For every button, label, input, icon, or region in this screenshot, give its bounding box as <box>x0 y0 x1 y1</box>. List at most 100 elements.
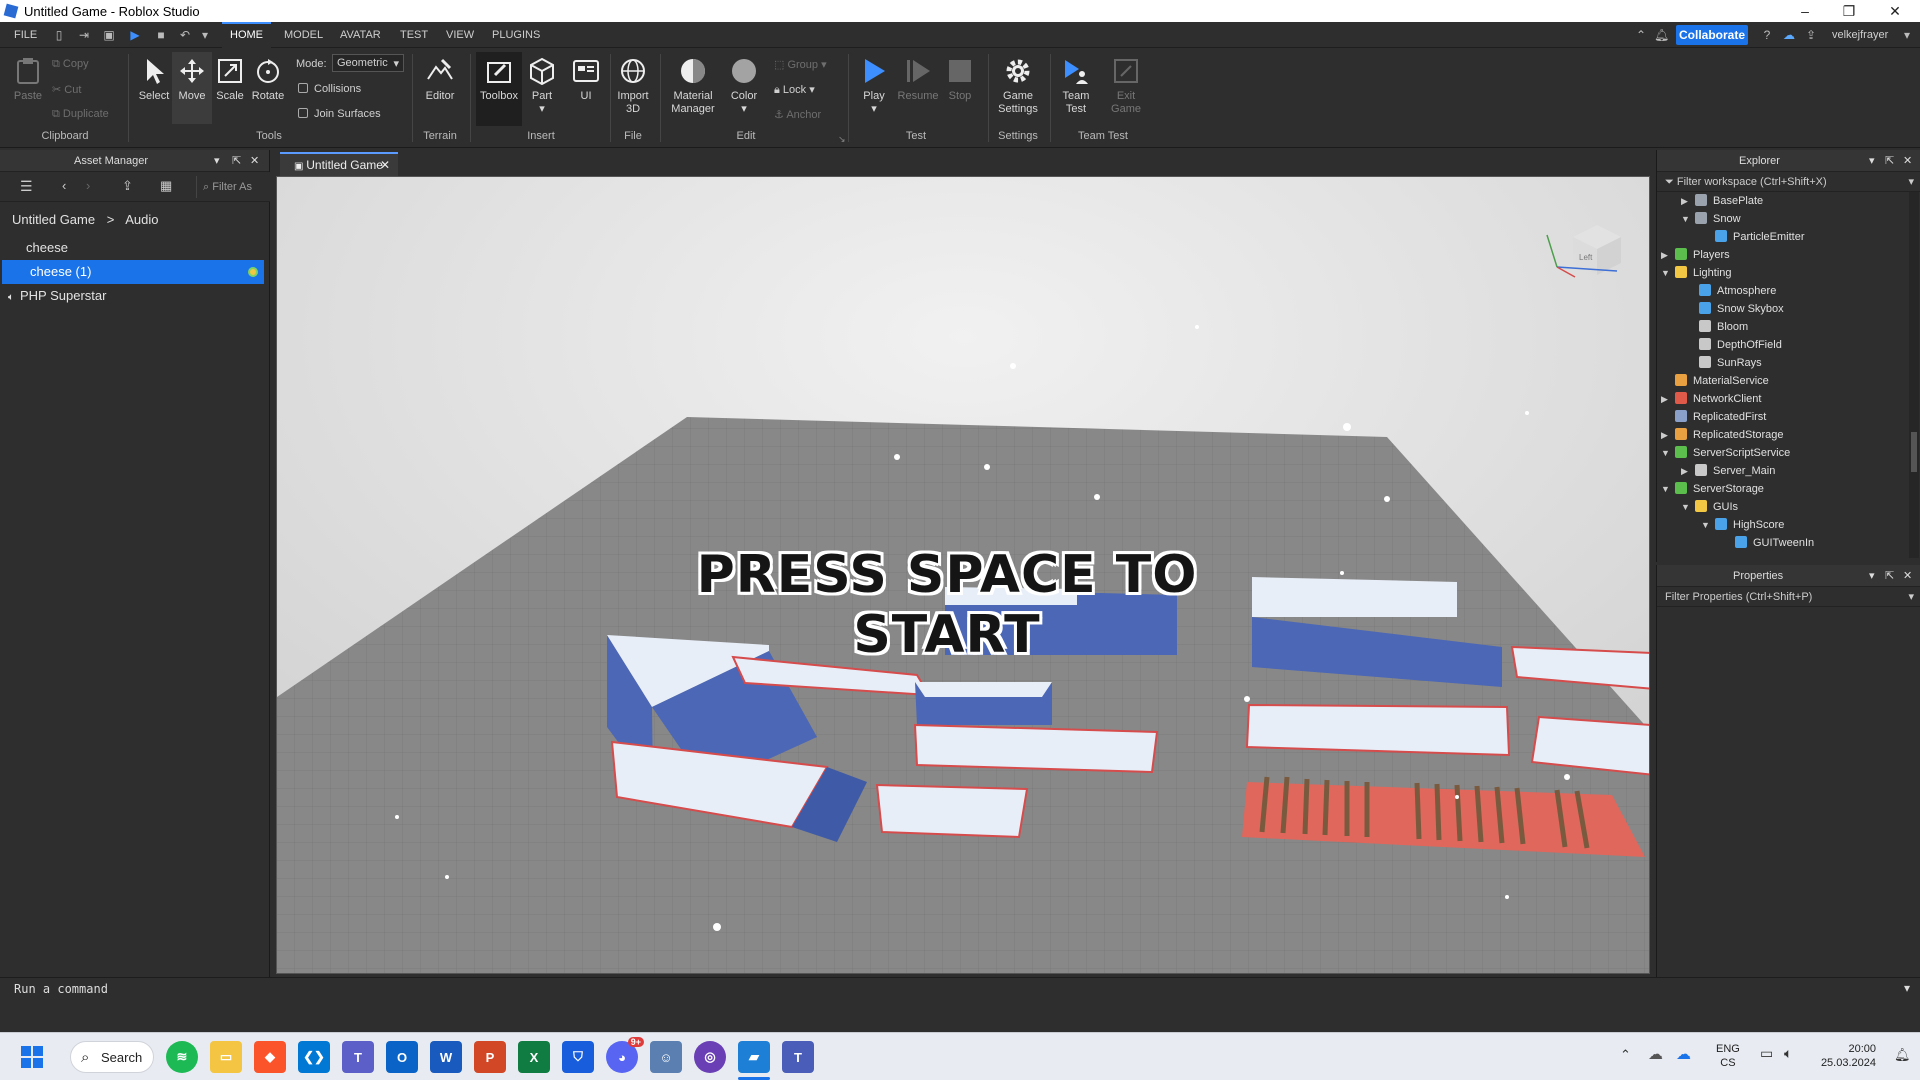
undock-icon[interactable]: ⇱ <box>1885 150 1894 172</box>
vscode-icon[interactable]: ❮❯ <box>298 1041 330 1073</box>
excel-icon[interactable]: X <box>518 1041 550 1073</box>
show-hidden-icons-icon[interactable]: ⌃ <box>1620 1047 1631 1063</box>
explorer-item[interactable]: ▼ Snow <box>1681 210 1741 228</box>
explorer-item[interactable]: ▶ BasePlate <box>1681 192 1763 210</box>
powerpoint-icon[interactable]: P <box>474 1041 506 1073</box>
explorer-item[interactable]: Atmosphere <box>1685 282 1776 300</box>
undo-icon[interactable]: ↶ <box>178 28 192 42</box>
chevron-down-icon[interactable]: ▾ <box>1908 587 1914 607</box>
quick-stop-icon[interactable]: ■ <box>154 28 168 42</box>
tab-home[interactable]: HOME <box>222 22 271 48</box>
explorer-item[interactable]: DepthOfField <box>1685 336 1782 354</box>
roblox-studio-taskbar-icon[interactable]: ▰ <box>738 1041 770 1073</box>
expand-arrow-icon[interactable]: ▼ <box>1701 516 1715 534</box>
game-settings-button[interactable]: Game Settings <box>994 56 1042 116</box>
breadcrumb-current[interactable]: Audio <box>125 212 158 227</box>
app-robot-icon[interactable]: ☺ <box>650 1041 682 1073</box>
minimize-button[interactable]: – <box>1782 0 1828 22</box>
tor-browser-icon[interactable]: ◎ <box>694 1041 726 1073</box>
select-tool-button[interactable]: Select <box>134 56 174 103</box>
file-menu[interactable]: FILE <box>6 22 45 48</box>
file-explorer-icon[interactable]: ▭ <box>210 1041 242 1073</box>
word-icon[interactable]: W <box>430 1041 462 1073</box>
share-icon[interactable]: ⇪ <box>1804 28 1818 42</box>
toolbox-button[interactable]: Toolbox <box>476 52 522 126</box>
move-tool-button[interactable]: Move <box>172 52 212 124</box>
expand-arrow-icon[interactable]: ▼ <box>1661 480 1675 498</box>
scale-tool-button[interactable]: Scale <box>210 56 250 103</box>
tab-avatar[interactable]: AVATAR <box>332 22 389 48</box>
network-icon[interactable]: ▭ <box>1760 1045 1773 1062</box>
explorer-item[interactable]: Bloom <box>1685 318 1748 336</box>
undock-icon[interactable]: ⇱ <box>1885 565 1894 587</box>
cut-button[interactable]: ✂ Cut <box>52 83 81 96</box>
save-icon[interactable]: ▣ <box>102 28 116 42</box>
help-icon[interactable]: ? <box>1760 28 1774 42</box>
tab-model[interactable]: MODEL <box>276 22 331 48</box>
list-item[interactable]: cheese <box>0 236 270 260</box>
team-test-button[interactable]: Team Test <box>1056 56 1096 116</box>
command-bar[interactable]: Run a command ▾ <box>0 977 1920 999</box>
edit-expand-icon[interactable]: ↘ <box>838 134 846 145</box>
close-window-button[interactable]: ✕ <box>1872 0 1918 22</box>
new-file-icon[interactable]: ▯ <box>52 28 66 42</box>
taskbar-search[interactable]: ⌕ Search <box>70 1041 154 1073</box>
windows-start-icon[interactable] <box>16 1041 48 1073</box>
chevron-down-icon[interactable]: ▾ <box>1869 150 1875 172</box>
cloud-icon[interactable]: ☁ <box>1782 28 1796 42</box>
group-button[interactable]: ⬚ Group ▾ <box>774 58 827 71</box>
explorer-item[interactable]: MaterialService <box>1661 372 1769 390</box>
scrollbar-thumb[interactable] <box>1911 432 1917 472</box>
tab-test[interactable]: TEST <box>392 22 436 48</box>
close-icon[interactable]: ✕ <box>1903 565 1912 587</box>
explorer-item[interactable]: Snow Skybox <box>1685 300 1784 318</box>
play-button[interactable]: Play ▾ <box>854 56 894 116</box>
menu-icon[interactable]: ☰ <box>20 178 33 195</box>
onedrive-icon[interactable]: ☁ <box>1648 1045 1663 1063</box>
explorer-item[interactable]: ParticleEmitter <box>1701 228 1805 246</box>
list-item-selected[interactable]: cheese (1) <box>2 260 264 284</box>
explorer-item[interactable]: ▼ ServerScriptService <box>1661 444 1790 462</box>
explorer-item[interactable]: ▶ ReplicatedStorage <box>1661 426 1784 444</box>
explorer-filter-input[interactable]: ⏷ Filter workspace (Ctrl+Shift+X) ▾ <box>1657 172 1920 192</box>
properties-filter-input[interactable]: Filter Properties (Ctrl+Shift+P) ▾ <box>1657 587 1920 607</box>
language-indicator[interactable]: ENG CS <box>1716 1042 1740 1070</box>
quick-play-icon[interactable]: ▶ <box>128 28 142 42</box>
discord-icon[interactable]: ◕ 9+ <box>606 1037 644 1073</box>
explorer-item[interactable]: ▶ Server_Main <box>1681 462 1775 480</box>
3d-viewport[interactable]: Left PRESS SPACE TO START <box>276 176 1650 974</box>
expand-arrow-icon[interactable]: ▶ <box>1661 426 1675 444</box>
undo-dropdown-icon[interactable]: ▾ <box>198 28 212 42</box>
anchor-button[interactable]: ⚓︎ Anchor <box>774 108 821 121</box>
grid-view-icon[interactable]: ▦ <box>160 178 172 194</box>
collapse-ribbon-icon[interactable]: ⌃ <box>1634 28 1648 42</box>
spotify-icon[interactable]: ≋ <box>166 1041 198 1073</box>
close-tab-icon[interactable]: ✕ <box>380 154 390 176</box>
duplicate-button[interactable]: ⧉ Duplicate <box>52 108 109 121</box>
resume-button[interactable]: Resume <box>896 56 940 103</box>
tab-view[interactable]: VIEW <box>438 22 482 48</box>
expand-arrow-icon[interactable]: ▶ <box>1661 390 1675 408</box>
import-3d-button[interactable]: Import 3D <box>612 56 654 116</box>
explorer-item[interactable]: ReplicatedFirst <box>1661 408 1766 426</box>
copy-button[interactable]: ⧉ Copy <box>52 58 89 71</box>
chevron-down-icon[interactable]: ▾ <box>1904 981 1910 995</box>
username[interactable]: velkejfrayer <box>1832 29 1888 41</box>
open-file-icon[interactable]: ⇥ <box>77 28 91 42</box>
join-surfaces-checkbox[interactable] <box>298 108 308 118</box>
brave-browser-icon[interactable]: ◆ <box>254 1041 286 1073</box>
teams-icon[interactable]: T <box>342 1041 374 1073</box>
color-button[interactable]: Color ▾ <box>724 56 764 116</box>
bitwarden-icon[interactable]: ⛉ <box>562 1041 594 1073</box>
explorer-item[interactable]: SunRays <box>1685 354 1762 372</box>
list-item[interactable]: 🔈︎ PHP Superstar <box>0 284 270 308</box>
tab-untitled-game[interactable]: ▣ Untitled Game ✕ <box>280 152 398 176</box>
explorer-item[interactable]: ▼ ServerStorage <box>1661 480 1764 498</box>
expand-arrow-icon[interactable]: ▼ <box>1681 498 1695 516</box>
breadcrumb-root[interactable]: Untitled Game <box>12 212 95 227</box>
mode-dropdown[interactable]: Geometric ▾ <box>332 54 404 72</box>
back-arrow-icon[interactable]: ‹ <box>62 178 66 193</box>
volume-icon[interactable]: 🔈︎ <box>1784 1045 1792 1062</box>
undock-icon[interactable]: ⇱ <box>232 150 241 172</box>
explorer-item[interactable]: ▶ Players <box>1661 246 1730 264</box>
